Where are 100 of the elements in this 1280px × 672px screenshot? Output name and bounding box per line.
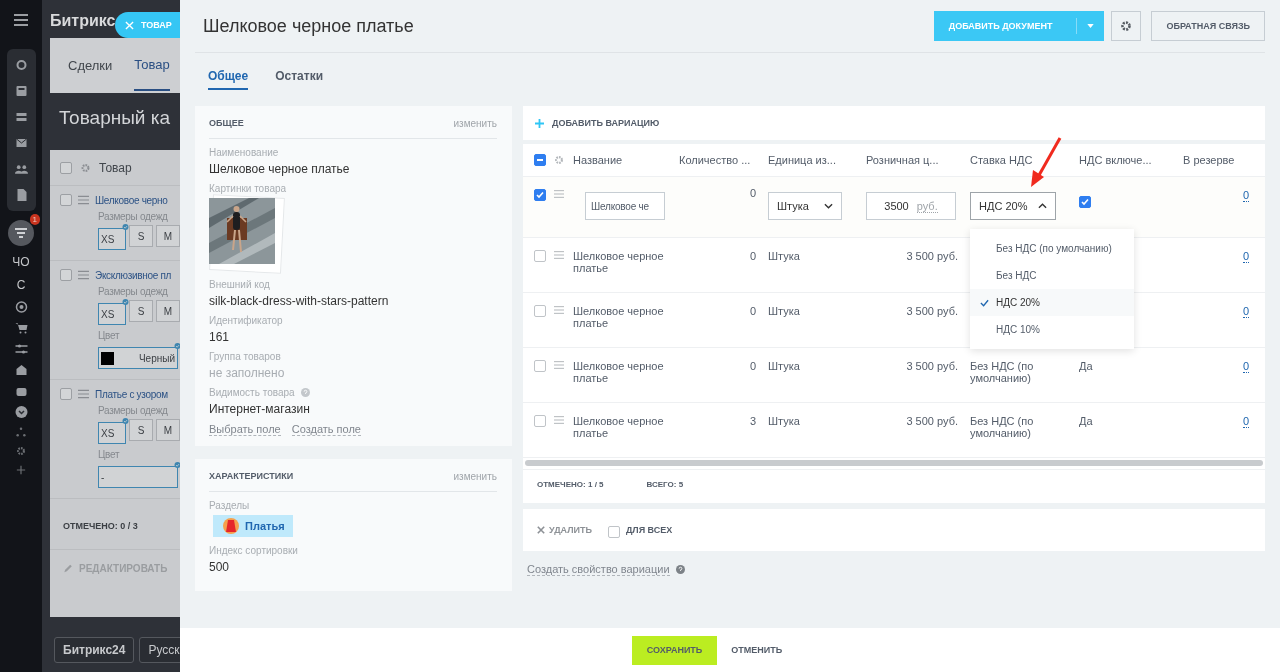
property-label: Цвет	[98, 449, 121, 460]
checkbox[interactable]	[1079, 196, 1091, 208]
unit-select[interactable]: Штука	[768, 192, 842, 220]
tab[interactable]: Общее	[208, 69, 249, 90]
drag-handle-icon[interactable]	[554, 250, 564, 260]
sidebar-item[interactable]: ЧО	[12, 255, 30, 269]
column-header[interactable]: Название	[573, 154, 673, 166]
reserve-link[interactable]: 0	[1243, 415, 1250, 428]
field-label: Индекс сортировки	[209, 545, 298, 556]
network-icon[interactable]	[16, 427, 26, 437]
option-chip[interactable]: S	[129, 419, 153, 441]
option-label: S	[137, 230, 145, 242]
card-title: ХАРАКТЕРИСТИКИ	[209, 471, 294, 482]
tab[interactable]: Товар	[134, 40, 170, 91]
field-value: не заполнено	[209, 366, 286, 380]
dashed-link[interactable]: Создать поле	[291, 423, 361, 436]
drag-handle-icon[interactable]	[554, 189, 564, 199]
sliders-icon[interactable]	[14, 343, 28, 355]
check-badge-icon	[121, 224, 130, 230]
menu-option[interactable]: Без НДС	[970, 262, 1134, 289]
menu-icon[interactable]	[14, 14, 28, 26]
option-chip[interactable]: S	[129, 225, 153, 247]
drag-handle-icon[interactable]	[78, 270, 89, 280]
field-label: Видимость товара	[209, 387, 295, 398]
menu-option[interactable]: НДС 20%	[970, 289, 1134, 316]
checkbox[interactable]	[60, 194, 72, 206]
calendar-icon[interactable]	[14, 85, 28, 97]
column-header[interactable]: НДС включе...	[1079, 154, 1183, 166]
table-cell: Да	[1079, 360, 1093, 372]
help-icon[interactable]	[675, 565, 685, 574]
people-icon[interactable]	[14, 163, 28, 175]
drag-handle-icon[interactable]	[554, 360, 564, 370]
reserve-link[interactable]: 0	[1243, 305, 1250, 318]
checkbox[interactable]	[534, 305, 546, 317]
tab[interactable]: Остатки	[275, 69, 324, 88]
section-tag[interactable]: Платья	[213, 515, 293, 537]
checkbox[interactable]	[607, 526, 620, 538]
target-icon[interactable]	[14, 301, 28, 313]
reserve-link[interactable]: 0	[1243, 189, 1250, 202]
chevron-down-icon[interactable]	[14, 406, 28, 418]
plus-icon[interactable]	[16, 465, 26, 475]
scrollbar[interactable]	[525, 460, 1263, 466]
drag-handle-icon[interactable]	[554, 415, 564, 425]
mail-icon[interactable]	[14, 137, 28, 149]
drag-handle-icon[interactable]	[554, 305, 564, 315]
field-value: Шелковое черное платье	[209, 162, 351, 176]
checkbox[interactable]	[60, 388, 72, 400]
option-chip[interactable]: M	[156, 419, 180, 441]
column-header[interactable]: Розничная ц...	[866, 154, 970, 166]
table-cell: Шелковое черное платье	[573, 360, 664, 384]
dashed-link[interactable]: Выбрать поле	[209, 423, 281, 436]
option-chip[interactable]: M	[156, 225, 180, 247]
filter-icon[interactable]	[8, 220, 34, 246]
settings-button[interactable]	[1111, 11, 1142, 41]
option-chip[interactable]: S	[129, 300, 153, 322]
currency-label: руб.	[916, 199, 938, 213]
price-input[interactable]: 3500 руб.	[866, 192, 956, 220]
column-header[interactable]: Единица из...	[768, 154, 866, 166]
save-button[interactable]: СОХРАНИТЬ	[631, 635, 718, 665]
tab[interactable]: Сделки	[68, 41, 113, 90]
product-link[interactable]: Эксклюзивное пл	[95, 269, 172, 281]
checkbox[interactable]	[534, 360, 546, 372]
option-label: M	[163, 424, 173, 436]
name-input[interactable]: Шелковое че	[585, 192, 665, 220]
robot-icon[interactable]	[14, 385, 28, 397]
column-header[interactable]: В резерве	[1183, 154, 1265, 166]
building-icon[interactable]	[14, 364, 28, 376]
checkbox[interactable]	[60, 161, 72, 174]
language-button[interactable]: Русск	[139, 637, 180, 663]
checkbox[interactable]	[534, 189, 546, 201]
checkbox[interactable]	[534, 250, 546, 262]
reserve-link[interactable]: 0	[1243, 250, 1250, 263]
cancel-button[interactable]: ОТМЕНИТЬ	[725, 644, 789, 656]
logo-button[interactable]: Битрикс24	[54, 637, 135, 663]
menu-option[interactable]: Без НДС (по умолчанию)	[970, 235, 1134, 262]
checkbox[interactable]	[60, 269, 72, 281]
table-cell: Шелковое черное платье	[573, 250, 664, 274]
feedback-button[interactable]: ОБРАТНАЯ СВЯЗЬ	[1151, 11, 1265, 41]
column-header[interactable]: Количество ...	[673, 154, 768, 166]
sidebar-item[interactable]: С	[16, 278, 26, 292]
reserve-link[interactable]: 0	[1243, 360, 1250, 373]
table-cell: Шелковое черное платье	[573, 415, 664, 439]
menu-option[interactable]: НДС 10%	[970, 316, 1134, 343]
column-header[interactable]: Ставка НДС	[970, 154, 1079, 166]
tray-icon[interactable]	[14, 111, 28, 123]
vat-select[interactable]: НДС 20%	[970, 192, 1056, 220]
cart-icon[interactable]	[14, 322, 28, 334]
checkbox[interactable]	[534, 415, 546, 427]
column-header: Товар	[99, 160, 132, 175]
settings-icon[interactable]	[16, 446, 26, 456]
add-variation-button[interactable]: ДОБАВИТЬ ВАРИАЦИЮ	[535, 118, 660, 128]
drag-handle-icon[interactable]	[78, 389, 89, 399]
checkbox[interactable]	[534, 154, 546, 166]
product-link[interactable]: Платье с узором	[95, 388, 168, 400]
drag-handle-icon[interactable]	[78, 195, 89, 205]
property-label: Цвет	[98, 330, 121, 341]
option-chip[interactable]: M	[156, 300, 180, 322]
field-label: Картинки товара	[209, 183, 287, 194]
logo: Битрикс	[50, 12, 116, 31]
product-link[interactable]: Шелковое черно	[95, 194, 168, 206]
